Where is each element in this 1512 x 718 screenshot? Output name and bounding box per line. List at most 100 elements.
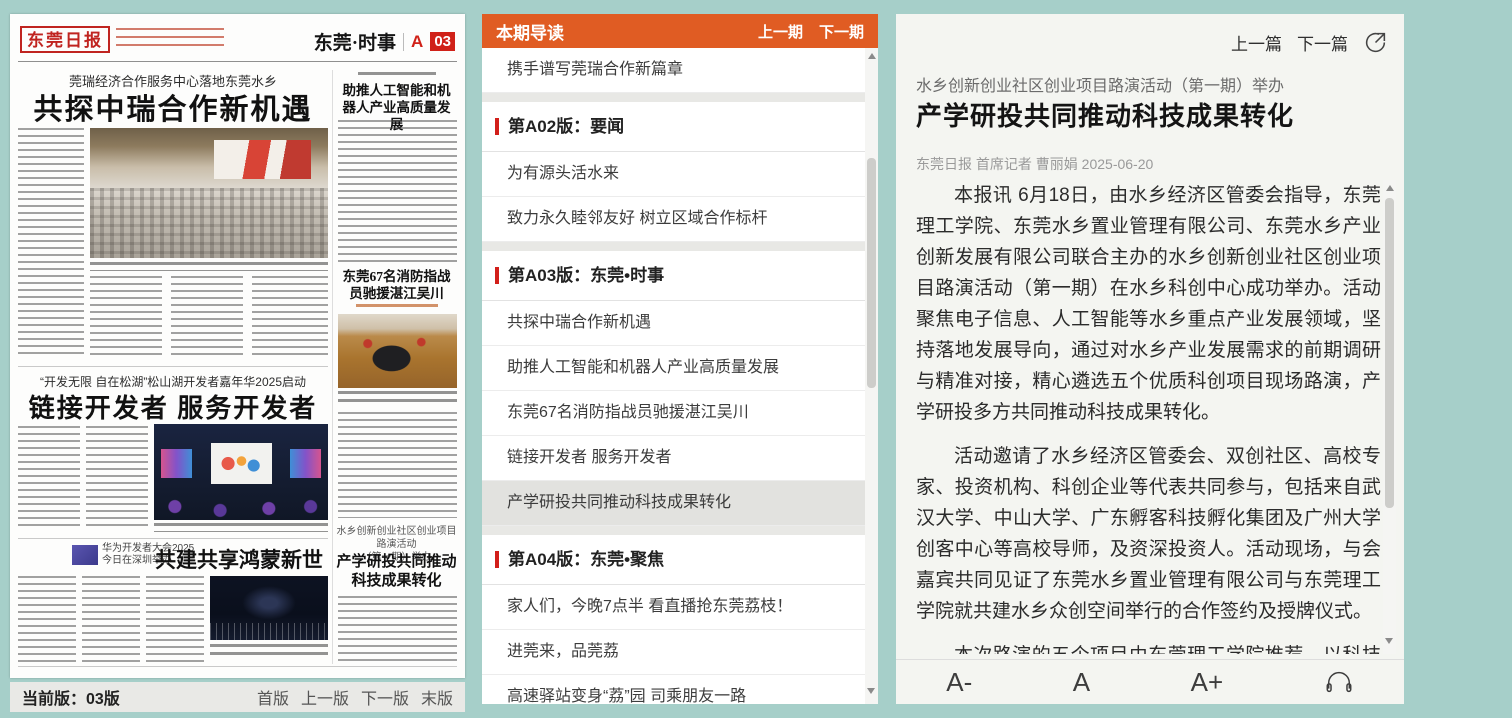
- side2-photo-caption: [338, 391, 457, 406]
- side3-headline-line1: 产学研投共同推动: [336, 553, 457, 572]
- conference-photo: [90, 128, 328, 258]
- issue-guide-title: 本期导读: [496, 19, 564, 44]
- section-name: 东莞·时事: [314, 28, 396, 55]
- divider: [18, 538, 328, 539]
- scroll-up-icon[interactable]: [868, 53, 876, 59]
- font-normal-button[interactable]: A: [1073, 667, 1090, 698]
- masthead-section-block: 东莞·时事 A 03: [314, 28, 455, 55]
- first-page-link[interactable]: 首版: [257, 685, 289, 709]
- page-badge-prefix: A: [411, 32, 423, 52]
- side2-subheadline: [356, 304, 438, 311]
- conference-screen: [214, 140, 312, 179]
- issue-guide-list: 携手谱写莞瑞合作新篇章 第A02版：要闻 为有源头活水来 致力永久睦邻友好 树立…: [482, 48, 878, 704]
- article-paragraph: 本次路演的五个项目由东莞理工学院推荐，以科技创新为核心，覆盖人工智能、数字技术等…: [916, 640, 1381, 654]
- article2-textblock: [18, 426, 80, 528]
- stage-right-screen: [290, 449, 321, 478]
- section-marker-icon: [495, 118, 499, 135]
- scroll-down-icon[interactable]: [1385, 638, 1393, 644]
- article-reader-panel: 上一篇 下一篇 水乡创新创业社区创业项目路演活动（第一期）举办 产学研投共同推动…: [896, 14, 1404, 704]
- scroll-up-icon[interactable]: [1386, 185, 1394, 191]
- article2-photo-caption: [154, 523, 328, 532]
- page-badge-number: 03: [430, 32, 455, 51]
- article2-headline[interactable]: 链接开发者 服务开发者: [18, 388, 328, 425]
- article-body: 本报讯 6月18日，由水乡经济区管委会指导，东莞理工学院、东莞水乡置业管理有限公…: [916, 180, 1381, 654]
- article-nav: 上一篇 下一篇: [1231, 30, 1388, 55]
- section-marker-icon: [495, 267, 499, 284]
- column-rule: [332, 70, 333, 664]
- section-gap: [482, 93, 878, 102]
- prev-issue-link[interactable]: 上一期: [758, 21, 803, 42]
- article1-textblock: [90, 276, 162, 356]
- last-page-link[interactable]: 末版: [421, 685, 453, 709]
- side2-textblock: [338, 412, 457, 518]
- article3-photo-caption: [210, 644, 328, 660]
- side1-textblock: [338, 120, 457, 262]
- article2-textblock: [86, 426, 148, 528]
- prev-page-link[interactable]: 上一版: [301, 685, 349, 709]
- toc-item[interactable]: 携手谱写莞瑞合作新篇章: [482, 48, 878, 93]
- article1-textblock: [18, 128, 84, 356]
- huawei-badge: [72, 545, 98, 565]
- toc-scrollbar-thumb[interactable]: [867, 158, 876, 388]
- issue-guide-header: 本期导读 上一期 下一期: [482, 14, 878, 48]
- masthead-dateline-textblock: [116, 28, 224, 51]
- listen-audio-button[interactable]: [1324, 669, 1354, 695]
- developer-carnival-stage-photo: [154, 424, 328, 520]
- toc-section-a04[interactable]: 第A04版：东莞•聚焦: [482, 535, 878, 585]
- side1-kicker: [358, 72, 436, 79]
- section-gap: [482, 242, 878, 251]
- article-subtitle: 水乡创新创业社区创业项目路演活动（第一期）举办: [916, 72, 1356, 96]
- toc-item-active[interactable]: 产学研投共同推动科技成果转化: [482, 481, 878, 526]
- side2-headline[interactable]: 东莞67名消防指战员驰援湛江吴川: [336, 268, 457, 302]
- toc-item[interactable]: 东莞67名消防指战员驰援湛江吴川: [482, 391, 878, 436]
- toc-item[interactable]: 进莞来，品莞荔: [482, 630, 878, 675]
- prev-article-link[interactable]: 上一篇: [1231, 30, 1282, 55]
- article-paragraph: 本报讯 6月18日，由水乡经济区管委会指导，东莞理工学院、东莞水乡置业管理有限公…: [916, 180, 1381, 428]
- article-scrollbar-thumb[interactable]: [1385, 198, 1394, 508]
- open-external-icon[interactable]: [1363, 30, 1388, 55]
- article1-textblock: [171, 276, 243, 356]
- section-marker-icon: [495, 551, 499, 568]
- toc-item[interactable]: 家人们，今晚7点半 看直播抢东莞荔枝！: [482, 585, 878, 630]
- issue-guide-panel: 本期导读 上一期 下一期 携手谱写莞瑞合作新篇章 第A02版：要闻 为有源头活水…: [482, 14, 878, 704]
- masthead-rule: [18, 61, 457, 62]
- font-smaller-button[interactable]: A-: [946, 667, 972, 698]
- toc-item[interactable]: 共探中瑞合作新机遇: [482, 301, 878, 346]
- article-byline: 东莞日报 首席记者 曹丽娟 2025-06-20: [916, 154, 1356, 174]
- next-issue-link[interactable]: 下一期: [819, 21, 864, 42]
- arena-photo: [210, 576, 328, 640]
- divider: [18, 366, 328, 367]
- toc-item[interactable]: 链接开发者 服务开发者: [482, 436, 878, 481]
- article-paragraph: 活动邀请了水乡经济区管委会、双创社区、高校专家、投资机构、科创企业等代表共同参与…: [916, 441, 1381, 627]
- stage-center-screen: [211, 443, 272, 483]
- toc-item[interactable]: 致力永久睦邻友好 树立区域合作标杆: [482, 197, 878, 242]
- side3-headline-line2: 科技成果转化: [336, 572, 457, 591]
- toc-scrollbar[interactable]: [865, 48, 878, 704]
- section-divider: [403, 33, 404, 51]
- newspaper-logo: 东莞日报: [20, 26, 110, 53]
- side3-textblock: [338, 596, 457, 664]
- font-larger-button[interactable]: A+: [1191, 667, 1224, 698]
- toc-item[interactable]: 高速驿站变身“荔”园 司乘朋友一路: [482, 675, 878, 704]
- toc-section-a03[interactable]: 第A03版：东莞•时事: [482, 251, 878, 301]
- newspaper-page-preview: 东莞日报 东莞·时事 A 03 莞瑞经济合作服务中心落地东莞水乡 共探中瑞合作新…: [10, 14, 465, 678]
- side3-headline[interactable]: 产学研投共同推动 科技成果转化: [336, 553, 457, 591]
- stage-left-screen: [161, 449, 192, 478]
- article1-headline[interactable]: 共探中瑞合作新机遇: [18, 86, 328, 128]
- toc-section-label: 第A03版：东莞•时事: [508, 266, 664, 285]
- toc-section-label: 第A04版：东莞•聚焦: [508, 550, 664, 569]
- toc-item[interactable]: 助推人工智能和机器人产业高质量发展: [482, 346, 878, 391]
- scroll-down-icon[interactable]: [867, 688, 875, 694]
- page-bottom-rule: [18, 666, 457, 667]
- section-gap: [482, 526, 878, 535]
- current-page-label: 当前版：03版: [22, 685, 120, 709]
- article3-textblock: [82, 576, 140, 666]
- article1-textblock: [252, 276, 328, 356]
- toc-section-a02[interactable]: 第A02版：要闻: [482, 102, 878, 152]
- next-page-link[interactable]: 下一版: [361, 685, 409, 709]
- next-article-link[interactable]: 下一篇: [1297, 30, 1348, 55]
- reading-toolbar: A- A A+: [896, 659, 1404, 704]
- toc-item[interactable]: 为有源头活水来: [482, 152, 878, 197]
- side3-kicker-line1: 水乡创新创业社区创业项目路演活动: [336, 525, 457, 551]
- article-scrollbar[interactable]: [1383, 180, 1396, 654]
